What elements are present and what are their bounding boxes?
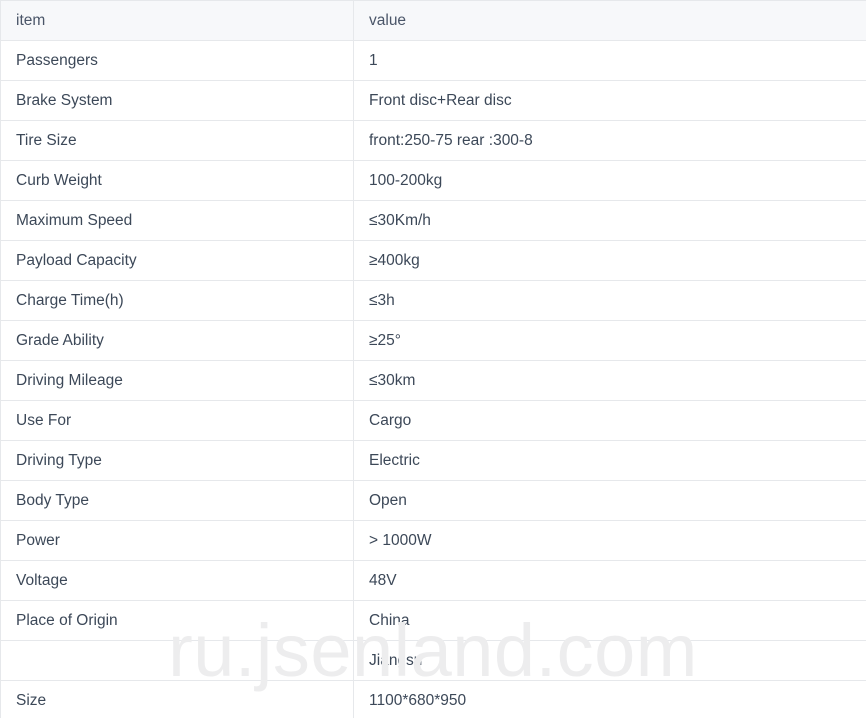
cell-item: Voltage: [1, 561, 354, 601]
cell-value: ≤30km: [354, 361, 866, 401]
table-row: Passengers1: [1, 41, 866, 81]
cell-value: ≤30Km/h: [354, 201, 866, 241]
specification-table: item value Passengers1Brake SystemFront …: [0, 0, 866, 718]
cell-value: 100-200kg: [354, 161, 866, 201]
table-row: Payload Capacity≥400kg: [1, 241, 866, 281]
column-header-value: value: [354, 1, 866, 41]
cell-value: 1100*680*950: [354, 681, 866, 718]
cell-value: > 1000W: [354, 521, 866, 561]
specification-table-container: item value Passengers1Brake SystemFront …: [0, 0, 866, 718]
cell-value: Open: [354, 481, 866, 521]
table-row: Curb Weight100-200kg: [1, 161, 866, 201]
cell-item: Size: [1, 681, 354, 718]
table-row: Brake SystemFront disc+Rear disc: [1, 81, 866, 121]
cell-item: Body Type: [1, 481, 354, 521]
table-row: Tire Sizefront:250-75 rear :300-8: [1, 121, 866, 161]
table-row: Size1100*680*950: [1, 681, 866, 718]
cell-item: Place of Origin: [1, 601, 354, 641]
cell-value: Cargo: [354, 401, 866, 441]
cell-value: ≥400kg: [354, 241, 866, 281]
cell-item: Curb Weight: [1, 161, 354, 201]
cell-value: 48V: [354, 561, 866, 601]
cell-value: Electric: [354, 441, 866, 481]
cell-item: Driving Type: [1, 441, 354, 481]
table-row: Charge Time(h)≤3h: [1, 281, 866, 321]
cell-item: [1, 641, 354, 681]
table-row: Body TypeOpen: [1, 481, 866, 521]
cell-value: Front disc+Rear disc: [354, 81, 866, 121]
cell-item: Use For: [1, 401, 354, 441]
cell-value: front:250-75 rear :300-8: [354, 121, 866, 161]
cell-value: Jiangsu: [354, 641, 866, 681]
cell-value: ≥25°: [354, 321, 866, 361]
table-row: Power> 1000W: [1, 521, 866, 561]
table-row: Use ForCargo: [1, 401, 866, 441]
table-row: Maximum Speed≤30Km/h: [1, 201, 866, 241]
cell-value: ≤3h: [354, 281, 866, 321]
cell-item: Driving Mileage: [1, 361, 354, 401]
table-row: Driving TypeElectric: [1, 441, 866, 481]
table-row: Voltage48V: [1, 561, 866, 601]
cell-item: Passengers: [1, 41, 354, 81]
cell-item: Grade Ability: [1, 321, 354, 361]
table-header-row: item value: [1, 1, 866, 41]
cell-item: Charge Time(h): [1, 281, 354, 321]
cell-item: Power: [1, 521, 354, 561]
table-row: Grade Ability≥25°: [1, 321, 866, 361]
table-row: Driving Mileage≤30km: [1, 361, 866, 401]
cell-value: 1: [354, 41, 866, 81]
table-row: Jiangsu: [1, 641, 866, 681]
cell-item: Maximum Speed: [1, 201, 354, 241]
table-body: Passengers1Brake SystemFront disc+Rear d…: [1, 41, 866, 718]
cell-item: Tire Size: [1, 121, 354, 161]
table-row: Place of OriginChina: [1, 601, 866, 641]
cell-value: China: [354, 601, 866, 641]
table-header: item value: [1, 1, 866, 41]
cell-item: Brake System: [1, 81, 354, 121]
column-header-item: item: [1, 1, 354, 41]
cell-item: Payload Capacity: [1, 241, 354, 281]
